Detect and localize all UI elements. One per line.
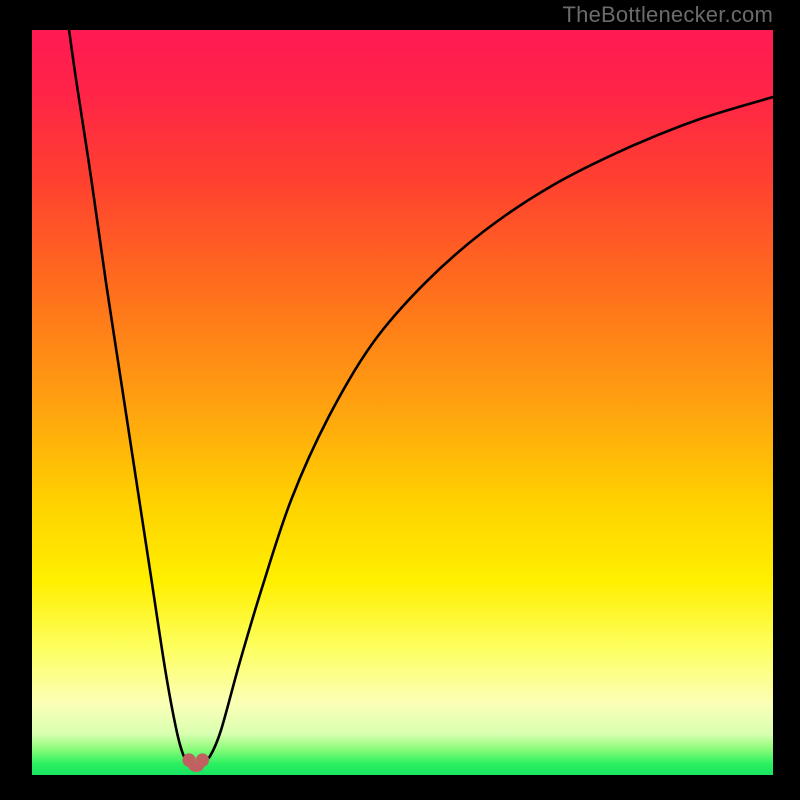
chart-svg xyxy=(32,30,773,775)
curve-left-branch xyxy=(69,30,189,760)
watermark-text: TheBottlenecker.com xyxy=(563,2,773,28)
plot-area xyxy=(32,30,773,775)
trough-marker-1 xyxy=(196,753,209,766)
chart-container: TheBottlenecker.com xyxy=(0,0,800,800)
trough-marker-0 xyxy=(182,753,195,766)
curve-right-branch xyxy=(202,97,773,760)
